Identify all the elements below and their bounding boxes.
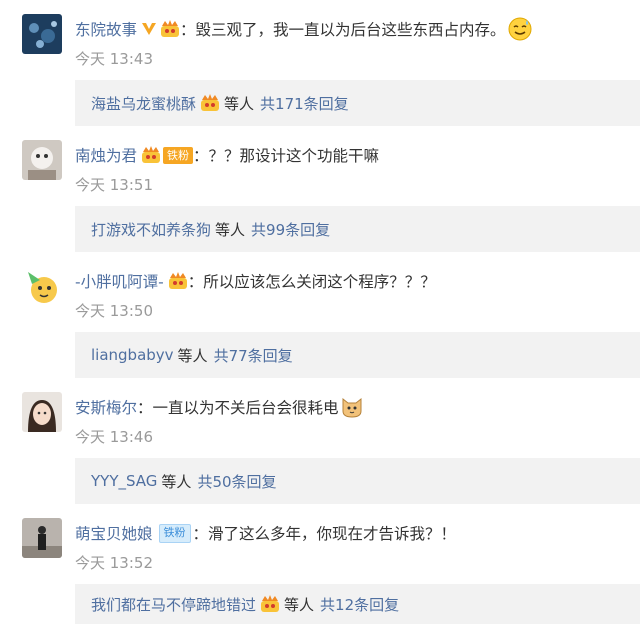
reply-summary[interactable]: liangbabyv 等人 共77条回复	[75, 332, 640, 378]
avatar[interactable]	[22, 14, 62, 54]
reply-others-text: 等人	[224, 94, 255, 113]
member-crown-icon	[200, 94, 220, 112]
reply-username[interactable]: 打游戏不如养条狗	[91, 219, 211, 240]
comment-text: ：滑了这么多年，你现在才告诉我？！	[192, 525, 457, 543]
reply-others-text: 等人	[215, 220, 246, 239]
avatar[interactable]	[22, 392, 62, 432]
timestamp: 今天 13:51	[75, 176, 153, 194]
reply-others-text: 等人	[177, 346, 208, 365]
comment-feed: 东院故事 ：毁三观了，我一直以为后台这些东西占内存。 今天 13:43 海盐乌龙…	[0, 0, 640, 633]
timestamp: 今天 13:46	[75, 428, 153, 446]
reply-count[interactable]: 共12条回复	[320, 594, 399, 615]
username[interactable]: 安斯梅尔	[75, 396, 137, 418]
reply-summary[interactable]: 海盐乌龙蜜桃酥 等人 共171条回复	[75, 80, 640, 126]
username[interactable]: 东院故事	[75, 18, 137, 40]
avatar-image	[22, 140, 62, 180]
timestamp: 今天 13:50	[75, 302, 153, 320]
reply-username[interactable]: 我们都在马不停蹄地错过	[91, 594, 256, 615]
fan-badge: 铁粉	[158, 523, 191, 543]
reply-summary[interactable]: 我们都在马不停蹄地错过 等人 共12条回复	[75, 584, 640, 624]
comment-line: 安斯梅尔 ：一直以为不关后台会很耗电	[75, 392, 364, 422]
reply-username[interactable]: 海盐乌龙蜜桃酥	[91, 93, 196, 114]
cat-emoji-icon	[340, 395, 364, 419]
username[interactable]: 萌宝贝她娘	[75, 522, 153, 544]
avatar-image	[22, 266, 62, 306]
reply-count[interactable]: 共171条回复	[260, 93, 349, 114]
member-crown-icon	[141, 146, 161, 164]
verified-v-icon	[141, 21, 157, 37]
comment-text: ：一直以为不关后台会很耗电	[137, 399, 339, 417]
avatar-image	[22, 14, 62, 54]
reply-username[interactable]: liangbabyv	[91, 346, 174, 364]
comment-text: ：？？那设计这个功能干嘛	[193, 147, 380, 165]
member-crown-icon	[160, 20, 180, 38]
reply-count[interactable]: 共77条回复	[214, 345, 293, 366]
reply-count[interactable]: 共50条回复	[197, 471, 276, 492]
timestamp: 今天 13:43	[75, 50, 153, 68]
reply-others-text: 等人	[161, 472, 192, 491]
comment-line: 萌宝贝她娘 铁粉 ：滑了这么多年，你现在才告诉我？！	[75, 518, 456, 548]
reply-username[interactable]: YYY_SAG	[91, 472, 157, 490]
fan-badge: 铁粉	[163, 146, 194, 164]
reply-others-text: 等人	[284, 595, 315, 614]
reply-summary[interactable]: YYY_SAG 等人 共50条回复	[75, 458, 640, 504]
avatar-image	[22, 518, 62, 558]
reply-summary[interactable]: 打游戏不如养条狗 等人 共99条回复	[75, 206, 640, 252]
member-crown-icon	[260, 595, 280, 613]
avatar[interactable]	[22, 266, 62, 306]
avatar-image	[22, 392, 62, 432]
comment-line: 南烛为君 铁粉 ：？？那设计这个功能干嘛	[75, 140, 379, 170]
username[interactable]: -小胖叽阿谭-	[75, 270, 164, 292]
avatar[interactable]	[22, 518, 62, 558]
member-crown-icon	[168, 272, 188, 290]
avatar[interactable]	[22, 140, 62, 180]
comment-text: ：毁三观了，我一直以为后台这些东西占内存。	[180, 21, 506, 39]
username[interactable]: 南烛为君	[75, 144, 137, 166]
comment-line: -小胖叽阿谭- ：所以应该怎么关闭这个程序？？？	[75, 266, 436, 296]
timestamp: 今天 13:52	[75, 554, 153, 572]
reply-count[interactable]: 共99条回复	[251, 219, 330, 240]
sweat-smile-emoji-icon	[508, 17, 532, 41]
comment-line: 东院故事 ：毁三观了，我一直以为后台这些东西占内存。	[75, 14, 532, 44]
comment-text: ：所以应该怎么关闭这个程序？？？	[187, 273, 436, 291]
